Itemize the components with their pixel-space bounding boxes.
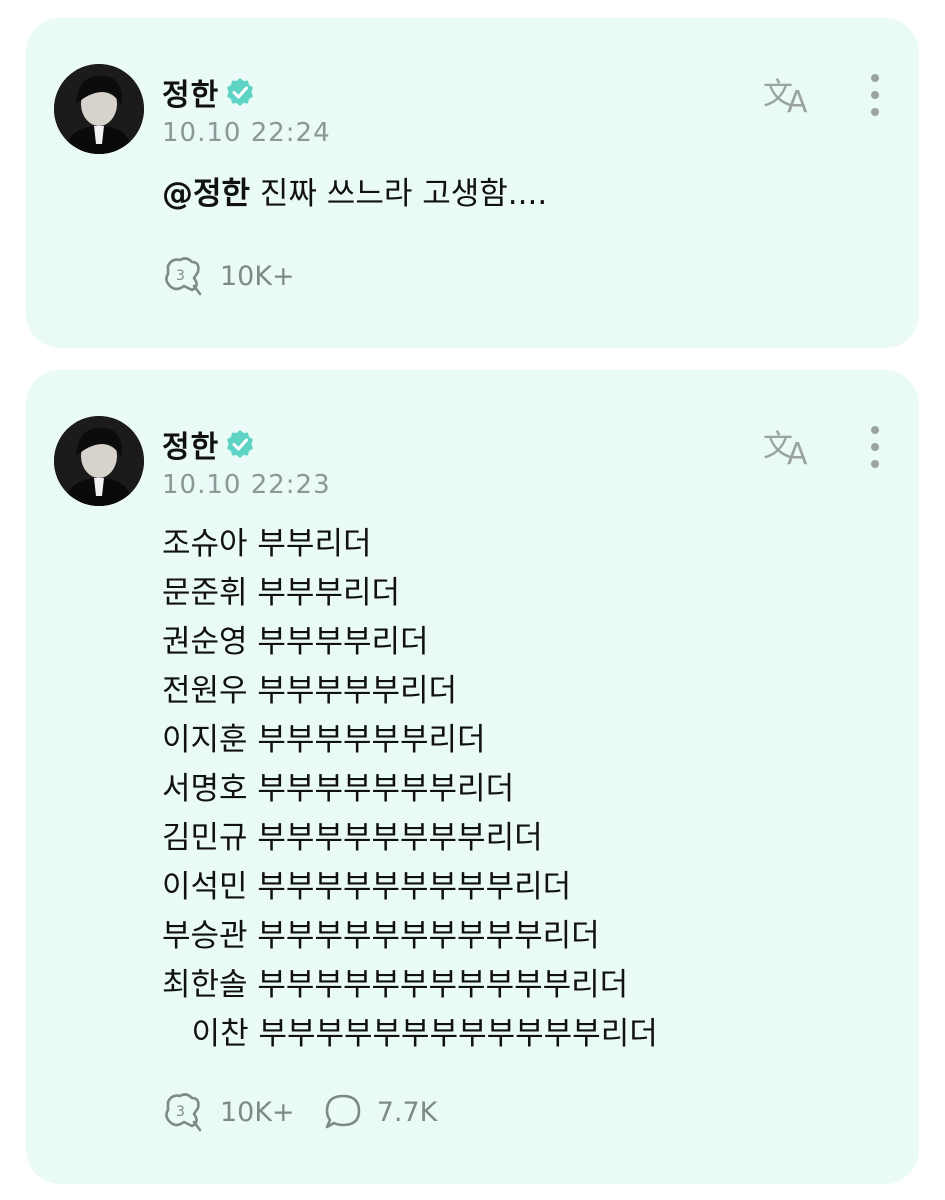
post-text-line: 부승관 부부부부부부부부부부리더 <box>162 918 600 954</box>
post-text-line: 권순영 부부부부리더 <box>162 624 429 660</box>
svg-text:A: A <box>787 437 808 468</box>
more-vertical-icon[interactable] <box>863 424 887 470</box>
post-text-line: 최한솔 부부부부부부부부부부부리더 <box>162 967 629 1003</box>
post-card[interactable]: 정한 10.10 22:23 文 A 조슈아 부부리더 문준휘 부부부리더 권순… <box>26 370 919 1184</box>
like-button[interactable]: 3 10K+ <box>162 1092 295 1132</box>
like-icon: 3 <box>165 257 202 296</box>
author-name[interactable]: 정한 <box>162 422 219 466</box>
mention-link[interactable]: @정한 <box>162 176 250 212</box>
post-timestamp: 10.10 22:24 <box>162 118 331 148</box>
post-text: @정한 진짜 쓰느라 고생함.... <box>162 170 547 219</box>
post-text: 조슈아 부부리더 문준휘 부부부리더 권순영 부부부부리더 전원우 부부부부부리… <box>162 520 658 1059</box>
comment-button[interactable]: 7.7K <box>323 1092 438 1132</box>
post-text-content: 진짜 쓰느라 고생함.... <box>250 176 548 212</box>
verified-badge-icon <box>225 77 255 107</box>
svg-text:3: 3 <box>176 268 185 284</box>
post-text-line: 김민규 부부부부부부부부리더 <box>162 820 543 856</box>
post-text-line: 서명호 부부부부부부부리더 <box>162 771 515 807</box>
translate-icon[interactable]: 文 A <box>763 424 819 472</box>
post-text-line: 전원우 부부부부부리더 <box>162 673 458 709</box>
post-text-line: 이지훈 부부부부부부리더 <box>162 722 486 758</box>
svg-text:3: 3 <box>176 1104 185 1120</box>
more-vertical-icon[interactable] <box>863 72 887 118</box>
svg-text:A: A <box>787 85 808 116</box>
post-text-line: 조슈아 부부리더 <box>162 526 372 562</box>
like-count: 10K+ <box>220 1096 295 1128</box>
post-stats: 3 10K+ <box>162 256 323 296</box>
avatar[interactable] <box>54 416 144 506</box>
like-icon: 3 <box>165 1093 202 1132</box>
verified-badge-icon <box>225 429 255 459</box>
post-text-line: 이찬 부부부부부부부부부부부부리더 <box>162 1016 658 1052</box>
comment-count: 7.7K <box>376 1096 438 1128</box>
post-text-line: 이석민 부부부부부부부부부리더 <box>162 869 572 905</box>
post-text-line: 문준휘 부부부리더 <box>162 575 401 611</box>
post-card[interactable]: 정한 10.10 22:24 文 A @정한 진짜 쓰느라 고생함.... 3 <box>26 18 919 348</box>
like-button[interactable]: 3 10K+ <box>162 256 295 296</box>
avatar[interactable] <box>54 64 144 154</box>
post-stats: 3 10K+ 7.7K <box>162 1092 465 1132</box>
translate-icon[interactable]: 文 A <box>763 72 819 120</box>
comment-icon <box>325 1094 360 1129</box>
post-timestamp: 10.10 22:23 <box>162 470 331 500</box>
author-name[interactable]: 정한 <box>162 70 219 114</box>
like-count: 10K+ <box>220 260 295 292</box>
